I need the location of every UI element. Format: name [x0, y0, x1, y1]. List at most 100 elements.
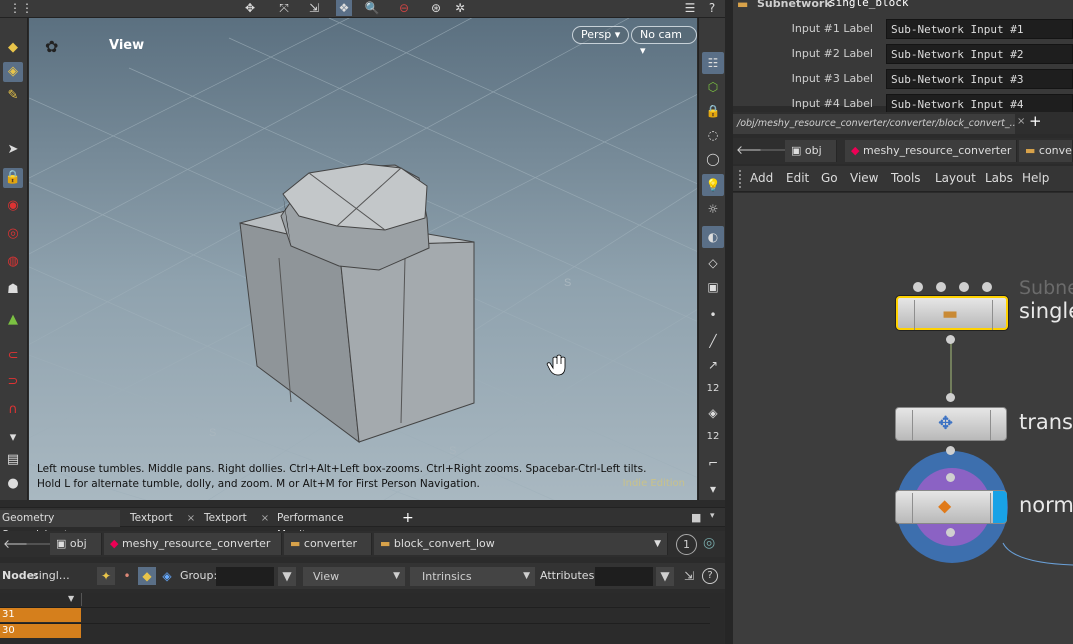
- menu-go[interactable]: Go: [821, 171, 838, 185]
- persp-camera-button[interactable]: Persp ▾: [572, 26, 630, 44]
- cut-tool-icon[interactable]: ⊃: [3, 372, 23, 392]
- output-connector[interactable]: [946, 528, 955, 537]
- render-icon[interactable]: ⊛: [428, 0, 444, 16]
- input-4-field[interactable]: Sub-Network Input #4: [886, 94, 1073, 114]
- scene-viewport[interactable]: S S S ✿ View Persp ▾ No cam ▾ Left mouse…: [29, 18, 697, 500]
- node-single-block[interactable]: ▬: [896, 296, 1008, 330]
- sort-arrow-icon[interactable]: ▼: [68, 594, 74, 603]
- uv-icon[interactable]: ⌐: [702, 452, 724, 474]
- book-icon[interactable]: ▤: [3, 450, 23, 470]
- crumb-meshy-resource-converter[interactable]: ◆ meshy_resource_converter: [845, 140, 1017, 162]
- pose-tool-icon[interactable]: ◍: [3, 252, 23, 272]
- crumb-meshy-resource-converter[interactable]: ◆ meshy_resource_converter: [104, 533, 282, 555]
- transform-tool-icon[interactable]: ▲: [3, 310, 23, 330]
- attributes-field[interactable]: [595, 567, 653, 586]
- wireframe-icon[interactable]: ◇: [702, 252, 724, 274]
- pane-layout-icon[interactable]: ■: [691, 511, 701, 524]
- network-path-tab[interactable]: /obj/meshy_resource_converter/converter/…: [733, 114, 1015, 134]
- viewport-menu-icon[interactable]: ✿: [45, 37, 58, 56]
- settings-icon[interactable]: ✲: [452, 0, 468, 16]
- node-normal[interactable]: ⬥: [895, 490, 1007, 524]
- pane-divider[interactable]: [725, 0, 733, 644]
- primitives-icon[interactable]: ◆: [138, 567, 156, 585]
- expand-arrow-icon[interactable]: ▾: [3, 428, 23, 448]
- help-icon[interactable]: ?: [702, 568, 718, 584]
- tab-performance-monitor[interactable]: Performance Monitor×: [275, 510, 393, 541]
- attribute-filter-icon[interactable]: ▼: [656, 567, 674, 586]
- rig-tool-icon[interactable]: ☗: [3, 280, 23, 300]
- zoom-icon[interactable]: ◯: [702, 148, 724, 170]
- view-dropdown[interactable]: View ▼: [303, 567, 405, 586]
- tool-handle-icon[interactable]: ◈: [3, 62, 23, 82]
- crumb-block-convert-low[interactable]: ▬ block_convert_low ▼: [374, 533, 668, 555]
- tool-pencil-icon[interactable]: ✎: [3, 86, 23, 106]
- lock-camera-icon[interactable]: 🔒: [702, 100, 724, 122]
- magnify-icon[interactable]: 🔍: [364, 0, 380, 16]
- snap-tool-icon[interactable]: ◎: [3, 224, 23, 244]
- node-name-value[interactable]: single_block: [829, 0, 908, 9]
- filter-icon[interactable]: ▼: [278, 567, 296, 586]
- grid-menu-icon[interactable]: ⋮⋮: [9, 0, 33, 16]
- menu-labs[interactable]: Labs: [985, 171, 1013, 185]
- crumb-obj[interactable]: ▣ obj: [50, 533, 102, 555]
- tab-textport[interactable]: Textport ×: [202, 510, 269, 527]
- input-2-field[interactable]: Sub-Network Input #2: [886, 44, 1073, 64]
- ghost-icon[interactable]: ⬡: [702, 76, 724, 98]
- menu-layout[interactable]: Layout: [935, 171, 976, 185]
- expand-down-icon[interactable]: ▾: [702, 478, 724, 500]
- lock-icon[interactable]: 🔒: [3, 168, 23, 188]
- close-icon[interactable]: ×: [187, 513, 195, 524]
- snap-icon[interactable]: ⇲: [306, 0, 322, 16]
- input-connector[interactable]: [946, 393, 955, 402]
- tab-textport[interactable]: Textport ×: [128, 510, 195, 527]
- display-flag[interactable]: [993, 491, 1007, 523]
- light-icon[interactable]: 💡: [702, 174, 724, 196]
- pin-button[interactable]: 1: [676, 534, 697, 555]
- magnet-tool-icon[interactable]: ⊂: [3, 346, 23, 366]
- input-1-field[interactable]: Sub-Network Input #1: [886, 19, 1073, 39]
- intrinsics-dropdown[interactable]: Intrinsics ▼: [410, 567, 535, 586]
- prim-number-icon[interactable]: 12: [702, 426, 724, 448]
- crumb-converter[interactable]: ▬ converter: [284, 533, 372, 555]
- line-icon[interactable]: ╱: [702, 330, 724, 352]
- table-row[interactable]: 31: [0, 607, 710, 622]
- menu-edit[interactable]: Edit: [786, 171, 809, 185]
- point-icon[interactable]: •: [702, 304, 724, 326]
- draw-tool-icon[interactable]: ∩: [3, 400, 23, 420]
- export-icon[interactable]: ⇲: [680, 567, 698, 586]
- select-arrow-icon[interactable]: ➤: [3, 140, 23, 160]
- vertices-icon[interactable]: •: [118, 567, 136, 585]
- input-connector[interactable]: [959, 282, 969, 292]
- record-icon[interactable]: ⊖: [396, 0, 412, 16]
- output-connector[interactable]: [946, 335, 955, 344]
- input-3-field[interactable]: Sub-Network Input #3: [886, 69, 1073, 89]
- network-editor[interactable]: Subne ▬ single ✥ trans ⬥ norm: [733, 193, 1073, 644]
- layout-menu-icon[interactable]: ☰: [682, 0, 698, 16]
- crumb-obj[interactable]: ▣ obj: [785, 140, 837, 162]
- display-options-icon[interactable]: ☷: [702, 52, 724, 74]
- input-connector[interactable]: [913, 282, 923, 292]
- close-icon[interactable]: ×: [261, 513, 269, 524]
- tab-geometry-spreadsheet[interactable]: Geometry Spreadsheet×: [0, 510, 120, 541]
- sphere-icon[interactable]: ●: [3, 474, 23, 494]
- menu-help[interactable]: Help: [1022, 171, 1049, 185]
- menu-add[interactable]: Add: [750, 171, 773, 185]
- detail-icon[interactable]: ◈: [158, 567, 176, 585]
- view-tool-icon[interactable]: ◉: [3, 196, 23, 216]
- node-transform[interactable]: ✥: [895, 407, 1007, 441]
- visibility-icon[interactable]: ◌: [702, 124, 724, 146]
- point-number-icon[interactable]: 12: [702, 378, 724, 400]
- add-tab-button[interactable]: +: [400, 510, 414, 527]
- texture-icon[interactable]: ▣: [702, 276, 724, 298]
- normal-icon[interactable]: ↗: [702, 354, 724, 376]
- points-icon[interactable]: ✦: [97, 567, 115, 585]
- crumb-converter[interactable]: ▬ conve: [1019, 140, 1073, 162]
- menu-view[interactable]: View: [850, 171, 878, 185]
- help-icon[interactable]: ?: [704, 0, 720, 16]
- input-connector[interactable]: [946, 473, 955, 482]
- add-tab-button[interactable]: +: [1029, 112, 1042, 130]
- group-field[interactable]: [216, 567, 274, 586]
- tool-brush-icon[interactable]: ◆: [3, 38, 23, 58]
- headlight-icon[interactable]: ☼: [702, 198, 724, 220]
- vertex-icon[interactable]: ◈: [702, 402, 724, 424]
